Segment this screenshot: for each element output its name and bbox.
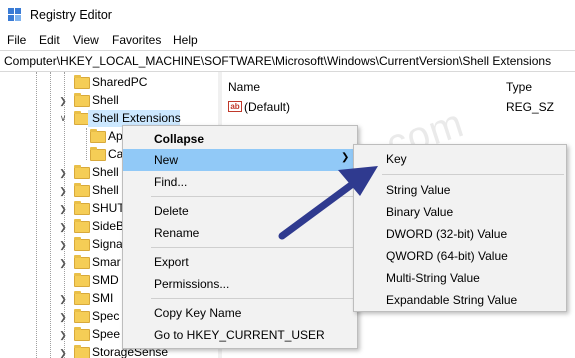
tree-node-sharedpc[interactable]: SharedPC: [0, 74, 218, 92]
column-header-name[interactable]: Name: [228, 80, 260, 94]
tree-node-label: SMD: [92, 273, 119, 287]
chevron-right-icon[interactable]: ❯: [58, 240, 68, 251]
folder-icon: [74, 219, 90, 233]
menu-item-collapse[interactable]: Collapse: [123, 128, 357, 150]
new-submenu: Key String Value Binary Value DWORD (32-…: [353, 144, 567, 312]
value-type: REG_SZ: [506, 100, 555, 114]
chevron-right-icon[interactable]: ❯: [58, 96, 68, 107]
folder-icon: [74, 273, 90, 287]
chevron-right-icon[interactable]: ❯: [58, 348, 68, 358]
tree-node-label: Shell: [92, 183, 119, 197]
tree-node-label: Signa: [92, 237, 123, 251]
address-path: Computer\HKEY_LOCAL_MACHINE\SOFTWARE\Mic…: [4, 54, 552, 68]
folder-icon: [74, 93, 90, 107]
menu-separator: [151, 298, 355, 299]
menu-favorites[interactable]: Favorites: [112, 33, 161, 47]
menu-item-rename[interactable]: Rename: [123, 222, 357, 244]
menu-item-delete[interactable]: Delete: [123, 200, 357, 222]
tree-node-shell[interactable]: ❯ Shell: [0, 92, 218, 110]
menu-bar: File Edit View Favorites Help: [0, 30, 575, 50]
menu-file[interactable]: File: [7, 33, 26, 47]
menu-view[interactable]: View: [73, 33, 99, 47]
menu-item-permissions[interactable]: Permissions...: [123, 273, 357, 295]
submenu-item-multi-string-value[interactable]: Multi-String Value: [354, 267, 566, 289]
folder-icon: [74, 183, 90, 197]
folder-icon: [74, 345, 90, 358]
submenu-item-key[interactable]: Key: [354, 148, 566, 170]
tree-node-label: Ap: [108, 129, 123, 143]
chevron-right-icon[interactable]: ❯: [58, 222, 68, 233]
folder-icon: [74, 255, 90, 269]
window-title: Registry Editor: [30, 8, 112, 22]
chevron-right-icon[interactable]: ❯: [58, 204, 68, 215]
folder-icon: [90, 129, 106, 143]
chevron-right-icon: ❯: [341, 152, 350, 163]
menu-separator: [382, 174, 564, 175]
tree-node-label: SHUT: [92, 201, 125, 215]
submenu-item-binary-value[interactable]: Binary Value: [354, 201, 566, 223]
chevron-right-icon[interactable]: ❯: [58, 294, 68, 305]
folder-icon: [74, 237, 90, 251]
string-value-icon: ab: [228, 101, 242, 112]
chevron-right-icon[interactable]: ❯: [58, 330, 68, 341]
menu-item-find[interactable]: Find...: [123, 171, 357, 193]
folder-icon: [74, 165, 90, 179]
tree-node-label: SideB: [92, 219, 125, 233]
value-row[interactable]: ab (Default) REG_SZ: [222, 98, 575, 116]
chevron-right-icon[interactable]: ❯: [58, 186, 68, 197]
submenu-item-qword-value[interactable]: QWORD (64-bit) Value: [354, 245, 566, 267]
column-header-type[interactable]: Type: [506, 80, 532, 94]
tree-node-label: SMI: [92, 291, 114, 305]
chevron-down-icon[interactable]: ∨: [58, 113, 68, 124]
submenu-item-string-value[interactable]: String Value: [354, 179, 566, 201]
tree-node-label: Shell: [92, 93, 119, 107]
menu-separator: [151, 196, 355, 197]
tree-node-label: SharedPC: [92, 75, 148, 89]
submenu-item-dword-value[interactable]: DWORD (32-bit) Value: [354, 223, 566, 245]
folder-icon: [90, 147, 106, 161]
menu-separator: [151, 247, 355, 248]
tree-node-label: Smar: [92, 255, 121, 269]
tree-node-label: Spec: [92, 309, 120, 323]
context-menu: Collapse New ❯ Find... Delete Rename Exp…: [122, 125, 358, 349]
chevron-right-icon[interactable]: ❯: [58, 258, 68, 269]
menu-item-export[interactable]: Export: [123, 251, 357, 273]
folder-icon: [74, 309, 90, 323]
tree-node-label: Shell Extensions: [92, 111, 181, 125]
menu-item-new[interactable]: New ❯: [123, 149, 357, 171]
menu-help[interactable]: Help: [173, 33, 198, 47]
submenu-item-expandable-string-value[interactable]: Expandable String Value: [354, 289, 566, 311]
tree-node-label: Spee: [92, 327, 121, 341]
title-bar: Registry Editor: [0, 0, 575, 30]
folder-icon: [74, 327, 90, 341]
folder-icon: [74, 75, 90, 89]
tree-node-label: Shell: [92, 165, 119, 179]
value-name: (Default): [244, 100, 291, 114]
address-bar[interactable]: Computer\HKEY_LOCAL_MACHINE\SOFTWARE\Mic…: [0, 50, 575, 72]
registry-editor-icon: [8, 8, 21, 21]
chevron-right-icon[interactable]: ❯: [58, 168, 68, 179]
menu-item-goto-hkcu[interactable]: Go to HKEY_CURRENT_USER: [123, 324, 357, 346]
menu-edit[interactable]: Edit: [39, 33, 60, 47]
chevron-right-icon[interactable]: ❯: [58, 312, 68, 323]
folder-icon: [74, 291, 90, 305]
folder-icon: [74, 201, 90, 215]
menu-item-copy-key-name[interactable]: Copy Key Name: [123, 302, 357, 324]
